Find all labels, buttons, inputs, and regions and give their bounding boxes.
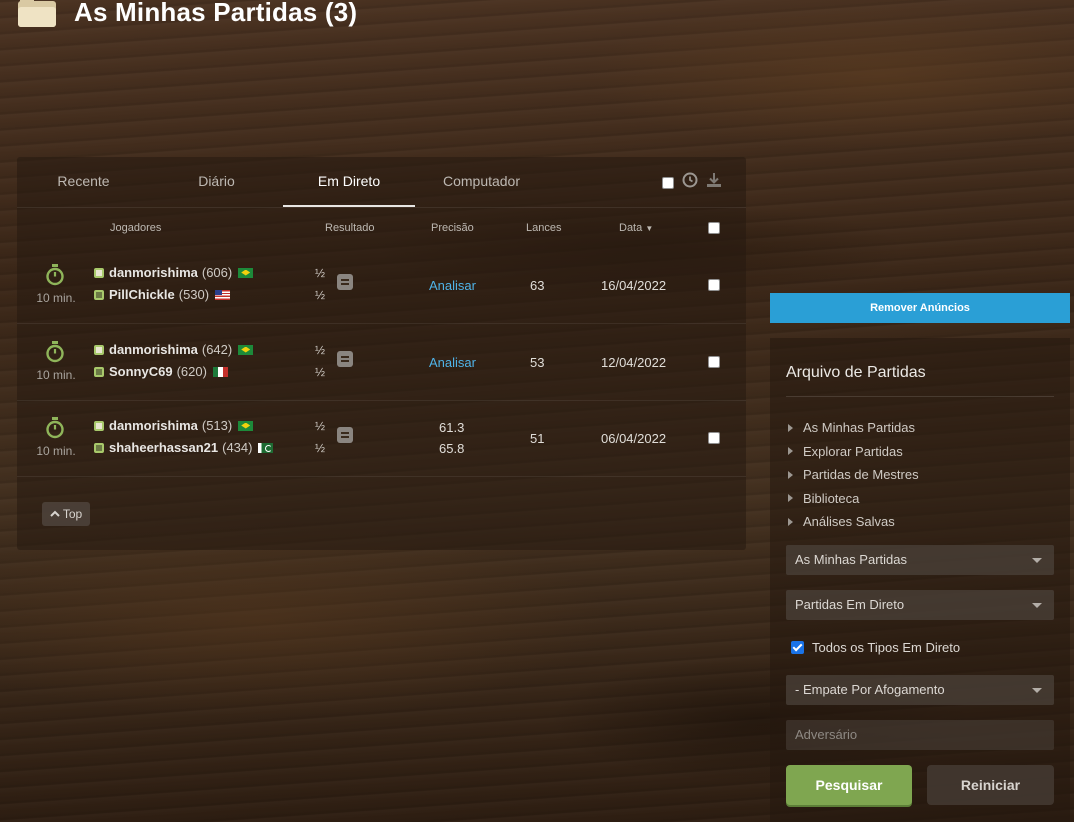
black-player[interactable]: PillChickle (530) bbox=[94, 287, 231, 302]
divider bbox=[786, 396, 1054, 397]
tab-live[interactable]: Em Direto bbox=[283, 157, 415, 207]
page-title: As Minhas Partidas (3) bbox=[74, 0, 358, 27]
filter-checkbox[interactable] bbox=[662, 177, 674, 189]
analyze-link[interactable]: Analisar bbox=[429, 278, 476, 293]
result-white: ½ bbox=[315, 343, 326, 357]
chevron-down-icon bbox=[1032, 558, 1042, 563]
result-black: ½ bbox=[315, 441, 326, 455]
game-date: 16/04/2022 bbox=[601, 278, 667, 293]
row-checkbox[interactable] bbox=[708, 356, 720, 368]
white-player[interactable]: danmorishima (642) bbox=[94, 342, 254, 357]
col-accuracy: Precisão bbox=[431, 222, 474, 234]
archive-title: Arquivo de Partidas bbox=[786, 364, 926, 381]
col-date[interactable]: Data ▼ bbox=[619, 222, 653, 234]
result-black: ½ bbox=[315, 288, 326, 302]
tab-bar: Recente Diário Em Direto Computador bbox=[17, 157, 746, 208]
black-player[interactable]: shaheerhassan21 (434) bbox=[94, 440, 274, 455]
tab-computer[interactable]: Computador bbox=[415, 157, 548, 207]
archive-link-masters[interactable]: Partidas de Mestres bbox=[788, 463, 919, 487]
col-result: Resultado bbox=[325, 222, 375, 234]
games-panel: Recente Diário Em Direto Computador Joga… bbox=[17, 157, 746, 550]
pakistan-flag-icon bbox=[258, 442, 274, 453]
caret-right-icon bbox=[788, 447, 793, 456]
archive-link-saved-analysis[interactable]: Análises Salvas bbox=[788, 510, 919, 534]
brazil-flag-icon bbox=[238, 267, 254, 278]
chevron-down-icon bbox=[1032, 688, 1042, 693]
table-row[interactable]: 10 min. danmorishima (513) shaheerhassan2… bbox=[17, 401, 746, 477]
usa-flag-icon bbox=[215, 289, 231, 300]
result-select[interactable]: - Empate Por Afogamento bbox=[786, 675, 1054, 705]
accuracy-white: 61.3 bbox=[439, 420, 465, 435]
caret-right-icon bbox=[788, 470, 793, 479]
draw-result-icon bbox=[337, 427, 353, 443]
reset-button[interactable]: Reiniciar bbox=[927, 765, 1054, 805]
archive-link-my-games[interactable]: As Minhas Partidas bbox=[788, 416, 919, 440]
analyze-link[interactable]: Analisar bbox=[429, 355, 476, 370]
clock-icon[interactable] bbox=[682, 172, 698, 188]
game-type-select[interactable]: Partidas Em Direto bbox=[786, 590, 1054, 620]
folder-icon bbox=[18, 0, 58, 27]
chevron-down-icon bbox=[1032, 603, 1042, 608]
draw-result-icon bbox=[337, 274, 353, 290]
game-date: 06/04/2022 bbox=[601, 431, 667, 446]
remove-ads-button[interactable]: Remover Anúncios bbox=[770, 293, 1070, 323]
white-piece-icon bbox=[94, 267, 104, 278]
games-select[interactable]: As Minhas Partidas bbox=[786, 545, 1054, 575]
black-piece-icon bbox=[94, 366, 104, 377]
black-piece-icon bbox=[94, 289, 104, 300]
white-player[interactable]: danmorishima (606) bbox=[94, 265, 254, 280]
white-player[interactable]: danmorishima (513) bbox=[94, 418, 254, 433]
table-row[interactable]: 10 min. danmorishima (606) PillChickle (53… bbox=[17, 248, 746, 324]
all-live-types-checkbox[interactable]: Todos os Tipos Em Direto bbox=[791, 640, 960, 655]
draw-result-icon bbox=[337, 351, 353, 367]
row-checkbox[interactable] bbox=[708, 279, 720, 291]
result-white: ½ bbox=[315, 419, 326, 433]
time-control: 10 min. bbox=[36, 444, 76, 458]
white-piece-icon bbox=[94, 420, 104, 431]
archive-panel: Arquivo de Partidas As Minhas Partidas E… bbox=[770, 338, 1070, 822]
tab-recent[interactable]: Recente bbox=[17, 157, 150, 207]
select-all-checkbox[interactable] bbox=[708, 222, 720, 234]
checkbox-checked-icon bbox=[791, 641, 804, 654]
brazil-flag-icon bbox=[238, 420, 254, 431]
stopwatch-icon bbox=[45, 341, 65, 368]
result-white: ½ bbox=[315, 266, 326, 280]
col-moves: Lances bbox=[526, 222, 562, 234]
stopwatch-icon bbox=[45, 417, 65, 444]
download-icon[interactable] bbox=[706, 172, 722, 188]
time-control: 10 min. bbox=[36, 291, 76, 305]
stopwatch-icon bbox=[45, 264, 65, 291]
moves-count: 53 bbox=[530, 355, 545, 370]
row-checkbox[interactable] bbox=[708, 432, 720, 444]
archive-link-library[interactable]: Biblioteca bbox=[788, 487, 919, 511]
caret-right-icon bbox=[788, 494, 793, 503]
col-players: Jogadores bbox=[110, 222, 162, 234]
black-piece-icon bbox=[94, 442, 104, 453]
chevron-up-icon bbox=[50, 510, 60, 517]
table-row[interactable]: 10 min. danmorishima (642) SonnyC69 (620) … bbox=[17, 325, 746, 401]
archive-links: As Minhas Partidas Explorar Partidas Par… bbox=[788, 416, 919, 534]
mexico-flag-icon bbox=[212, 366, 228, 377]
table-header: Jogadores Resultado Precisão Lances Data… bbox=[17, 208, 746, 248]
opponent-input[interactable]: Adversário bbox=[786, 720, 1054, 750]
brazil-flag-icon bbox=[238, 344, 254, 355]
result-black: ½ bbox=[315, 365, 326, 379]
moves-count: 51 bbox=[530, 431, 545, 446]
sort-caret-icon: ▼ bbox=[645, 224, 654, 233]
caret-right-icon bbox=[788, 423, 793, 432]
archive-link-explore[interactable]: Explorar Partidas bbox=[788, 440, 919, 464]
search-button[interactable]: Pesquisar bbox=[786, 765, 912, 805]
time-control: 10 min. bbox=[36, 368, 76, 382]
moves-count: 63 bbox=[530, 278, 545, 293]
back-to-top-button[interactable]: Top bbox=[42, 502, 90, 526]
game-date: 12/04/2022 bbox=[601, 355, 667, 370]
black-player[interactable]: SonnyC69 (620) bbox=[94, 364, 228, 379]
tab-daily[interactable]: Diário bbox=[150, 157, 283, 207]
caret-right-icon bbox=[788, 517, 793, 526]
white-piece-icon bbox=[94, 344, 104, 355]
tab-tools bbox=[662, 171, 722, 189]
accuracy-black: 65.8 bbox=[439, 441, 465, 456]
page-header: As Minhas Partidas (3) bbox=[18, 0, 357, 32]
